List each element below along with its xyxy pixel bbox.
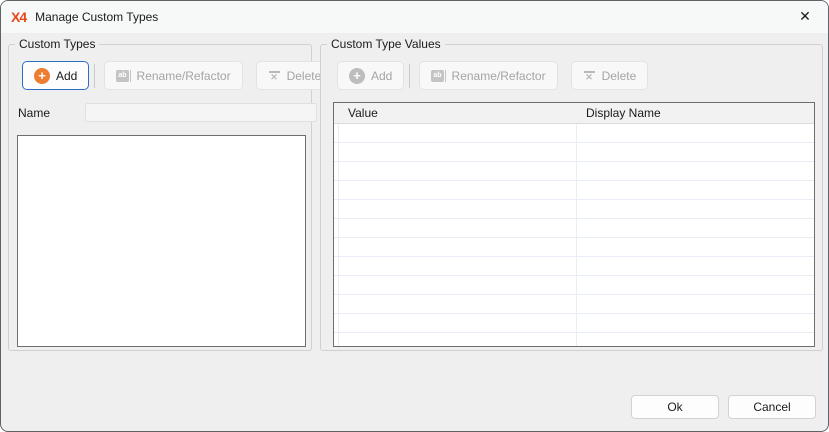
add-plus-icon: + [349,68,365,84]
custom-type-values-group-label: Custom Type Values [327,37,445,52]
cell-display-name[interactable] [577,181,814,199]
cell-value[interactable] [339,181,577,199]
cell-display-name[interactable] [577,276,814,294]
cell-display-name[interactable] [577,200,814,218]
table-row[interactable] [334,333,814,347]
delete-button-label: Delete [602,69,637,83]
rename-custom-type-button[interactable]: ab Rename/Refactor [104,61,242,90]
cell-value[interactable] [339,219,577,237]
rename-button-label: Rename/Refactor [452,69,546,83]
close-icon: ✕ [799,8,811,25]
custom-types-group-label: Custom Types [15,37,99,52]
cell-value[interactable] [339,238,577,256]
cell-display-name[interactable] [577,162,814,180]
ok-button-label: Ok [667,400,682,414]
table-row[interactable] [334,143,814,162]
custom-type-values-group: Custom Type Values + Add ab Rename/Refac… [320,44,823,351]
rename-button-label: Rename/Refactor [137,69,231,83]
cell-display-name[interactable] [577,333,814,347]
custom-types-toolbar: + Add ab Rename/Refactor Delete [22,61,333,90]
rename-icon: ab [431,70,445,82]
add-button-label: Add [56,69,77,83]
cancel-button[interactable]: Cancel [728,395,816,419]
custom-type-values-toolbar: + Add ab Rename/Refactor Delete [337,61,648,90]
close-button[interactable]: ✕ [782,1,828,32]
delete-icon [268,69,281,82]
cell-display-name[interactable] [577,314,814,332]
custom-type-values-table[interactable]: Value Display Name [333,102,815,347]
cell-value[interactable] [339,143,577,161]
table-row[interactable] [334,238,814,257]
cell-value[interactable] [339,257,577,275]
name-row: Name [18,102,308,126]
cell-value[interactable] [339,124,577,142]
window-title: Manage Custom Types [35,10,158,24]
table-row[interactable] [334,124,814,143]
table-row[interactable] [334,219,814,238]
table-row[interactable] [334,200,814,219]
add-custom-type-button[interactable]: + Add [22,61,89,90]
ok-button[interactable]: Ok [631,395,719,419]
name-label: Name [18,106,50,120]
table-body [334,124,814,347]
rename-icon: ab [116,70,130,82]
cell-display-name[interactable] [577,238,814,256]
cell-display-name[interactable] [577,219,814,237]
delete-icon [583,69,596,82]
rename-value-button[interactable]: ab Rename/Refactor [419,61,557,90]
delete-button-label: Delete [287,69,322,83]
cell-value[interactable] [339,295,577,313]
cancel-button-label: Cancel [753,400,790,414]
table-row[interactable] [334,257,814,276]
add-button-label: Add [371,69,392,83]
cell-value[interactable] [339,276,577,294]
table-row[interactable] [334,162,814,181]
manage-custom-types-dialog: X4 Manage Custom Types ✕ Custom Types + … [0,0,829,432]
custom-types-list[interactable] [17,135,306,347]
table-row[interactable] [334,181,814,200]
title-bar: X4 Manage Custom Types ✕ [1,1,828,33]
cell-display-name[interactable] [577,295,814,313]
column-header-display-name[interactable]: Display Name [578,106,814,120]
cell-display-name[interactable] [577,143,814,161]
delete-value-button[interactable]: Delete [571,61,649,90]
table-row[interactable] [334,314,814,333]
toolbar-separator [409,64,410,88]
cell-value[interactable] [339,333,577,347]
table-row[interactable] [334,295,814,314]
cell-display-name[interactable] [577,257,814,275]
cell-display-name[interactable] [577,124,814,142]
table-row[interactable] [334,276,814,295]
column-header-value[interactable]: Value [339,106,578,120]
cell-value[interactable] [339,200,577,218]
table-header-row: Value Display Name [334,103,814,124]
toolbar-separator [94,64,95,88]
add-plus-icon: + [34,68,50,84]
cell-value[interactable] [339,162,577,180]
cell-value[interactable] [339,314,577,332]
name-input[interactable] [85,103,317,122]
add-value-button[interactable]: + Add [337,61,404,90]
custom-types-group: Custom Types + Add ab Rename/Refactor De… [8,44,312,351]
app-logo-icon: X4 [11,9,26,25]
